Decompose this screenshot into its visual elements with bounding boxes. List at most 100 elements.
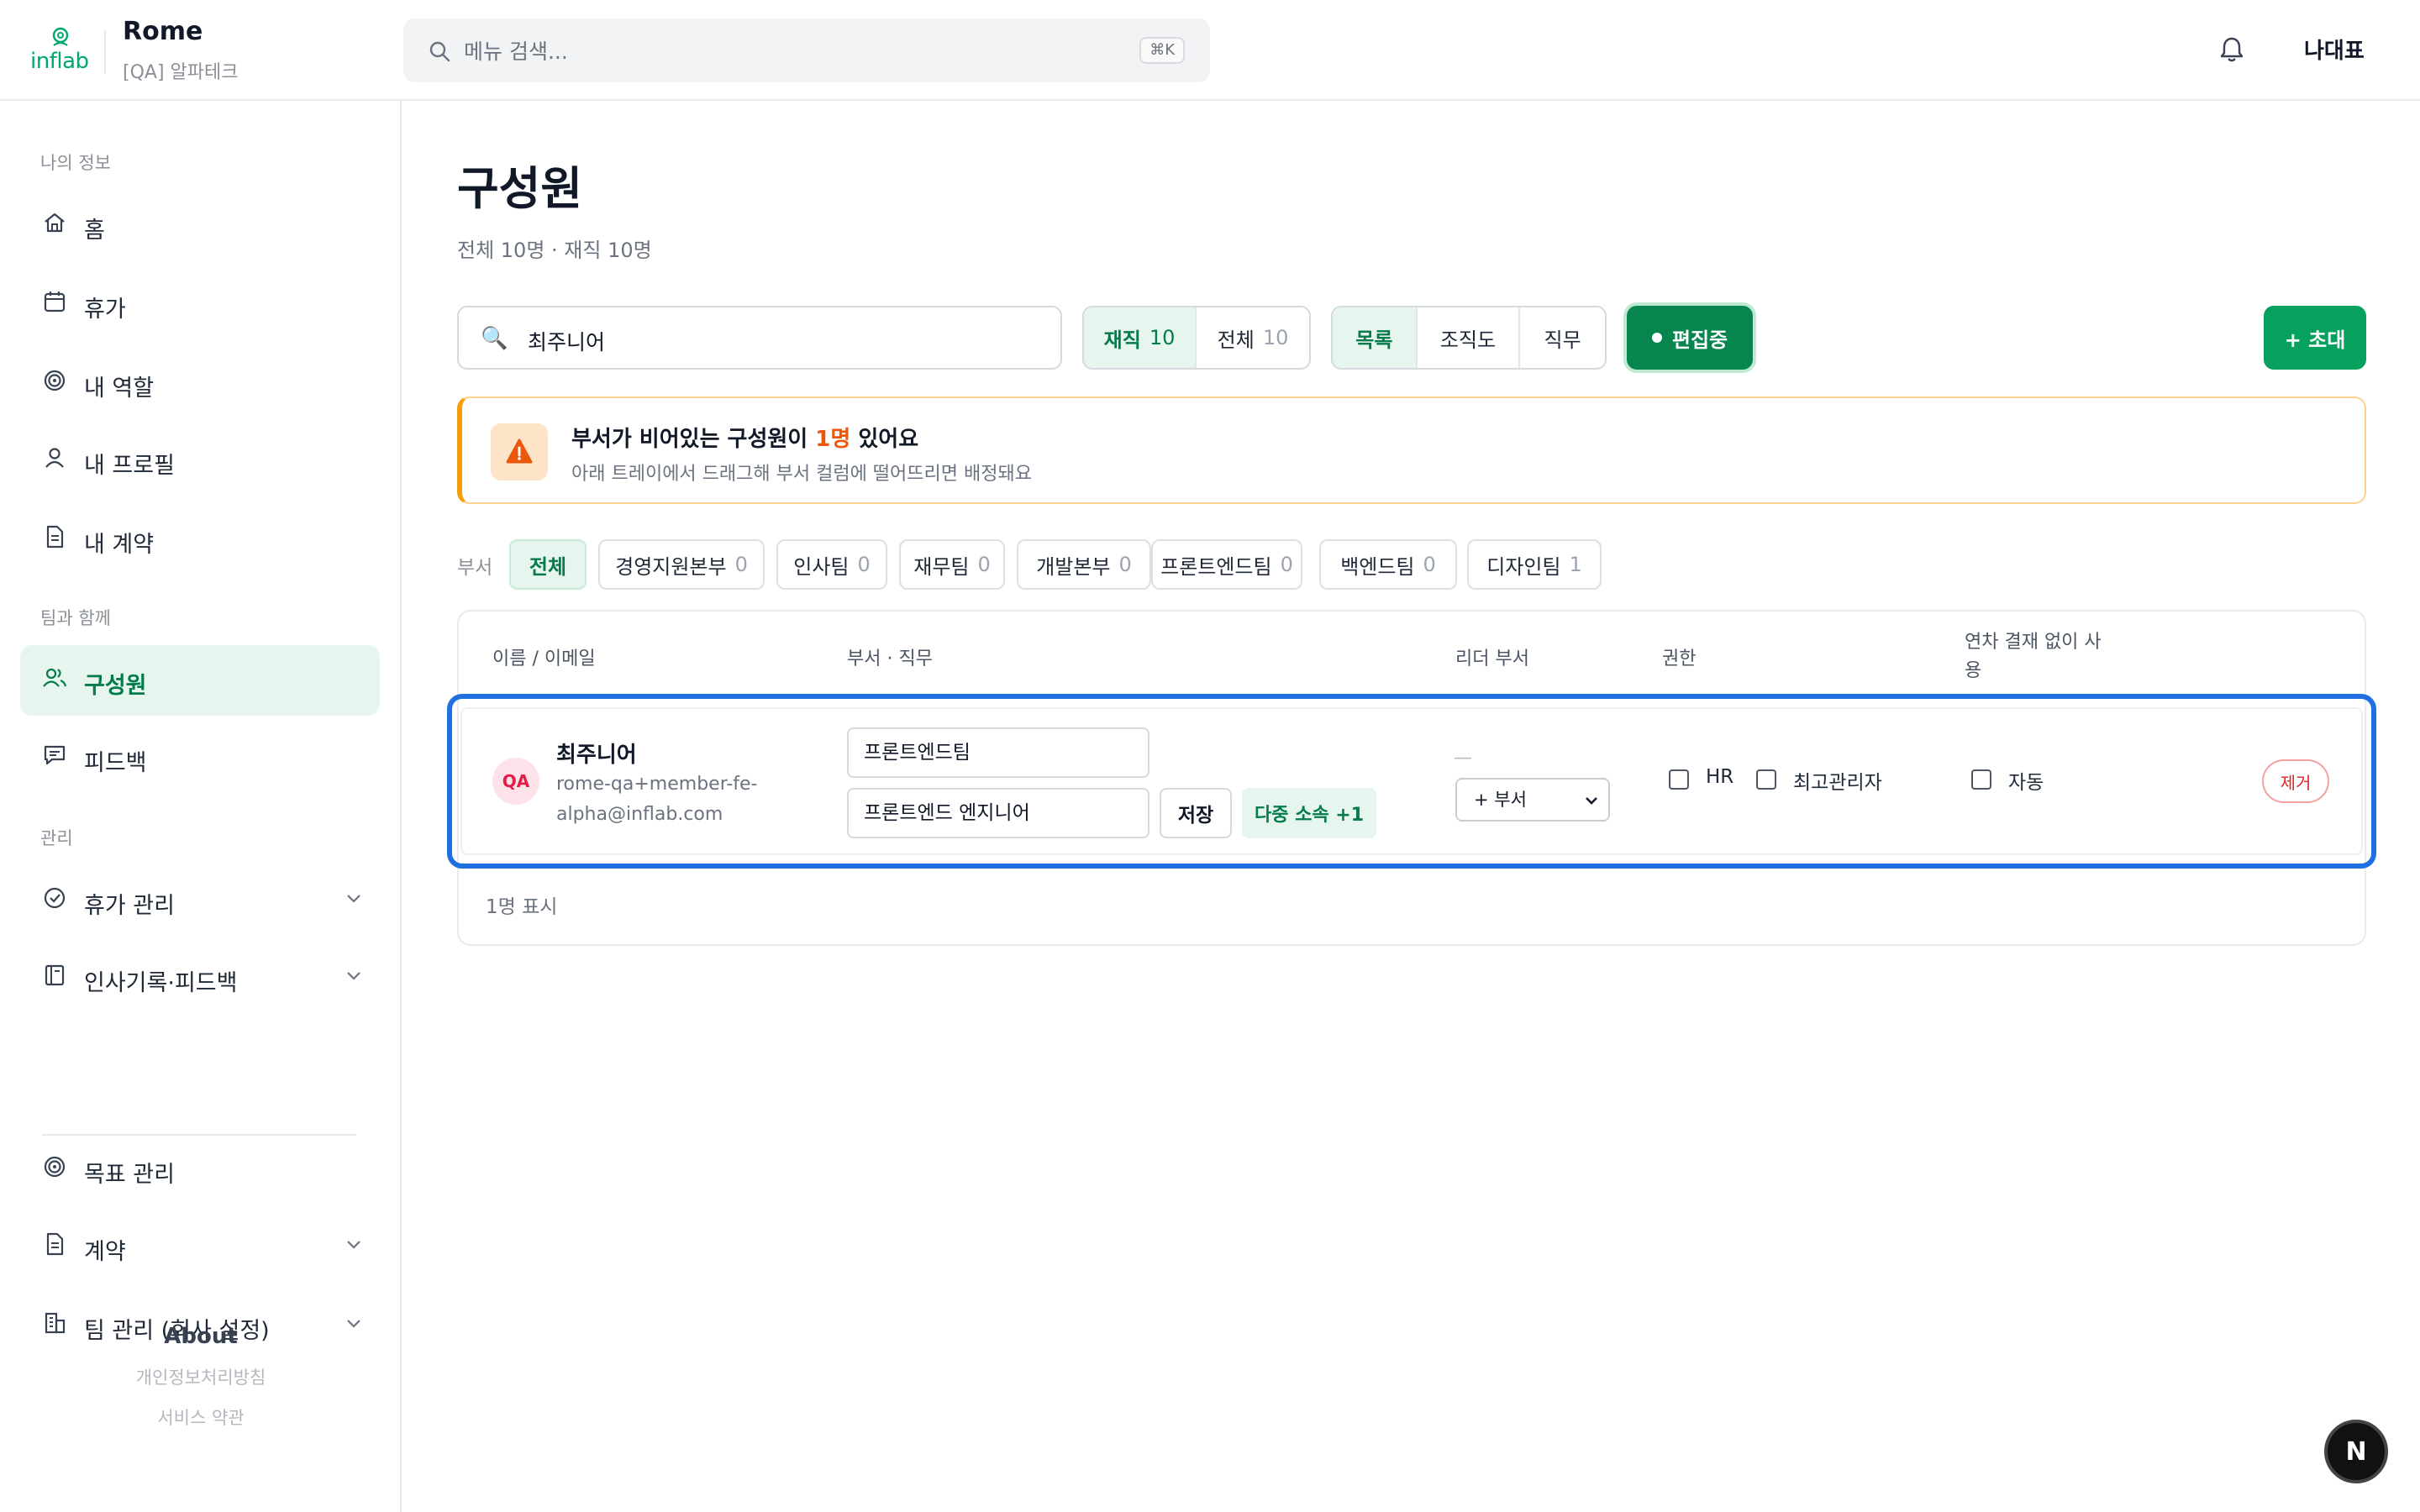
sidebar-item-leave[interactable]: 휴가: [20, 269, 380, 339]
auto-leave-checkbox-label: 자동: [2008, 772, 2044, 794]
page-title: 구성원: [457, 162, 583, 215]
multi-affiliation-badge[interactable]: 다중 소속 +1: [1242, 788, 1376, 838]
edit-mode-label: 편집중: [1671, 328, 1728, 352]
section-my-info: 나의 정보: [40, 153, 111, 173]
sidebar-item-my-profile[interactable]: 내 프로필: [20, 425, 380, 496]
sidebar-item-my-role[interactable]: 내 역할: [20, 348, 380, 418]
warning-title-post: 있어요: [850, 427, 919, 452]
invite-button[interactable]: + 초대: [2264, 306, 2366, 370]
auto-leave-checkbox[interactable]: [1971, 769, 1991, 790]
check-circle-icon: [44, 887, 66, 909]
sidebar-item-feedback[interactable]: 피드백: [20, 722, 380, 793]
logo-text: inflab: [30, 49, 89, 74]
chevron-down-icon: [347, 972, 360, 980]
dept-chip-count: 0: [734, 553, 748, 576]
leader-dept-select[interactable]: + 부서: [1455, 778, 1610, 822]
warning-icon: [506, 438, 533, 464]
super-admin-checkbox[interactable]: [1756, 769, 1776, 790]
sidebar-item-label: 홈: [84, 218, 105, 244]
page-subtitle: 전체 10명 · 재직 10명: [457, 239, 652, 262]
chevron-down-icon: [347, 1241, 360, 1249]
search-placeholder: 메뉴 검색...: [464, 39, 568, 64]
sidebar-item-label: 내 계약: [84, 532, 155, 558]
bell-icon[interactable]: [2218, 35, 2245, 64]
logo-mark-icon: [52, 27, 69, 46]
user-icon: [45, 448, 64, 468]
dept-chip-label: 인사팀: [793, 554, 850, 579]
tab-job[interactable]: 직무: [1520, 307, 1605, 368]
dept-chip-management[interactable]: 경영지원본부 0: [598, 539, 765, 590]
dept-chip-design[interactable]: 디자인팀 1: [1467, 539, 1602, 590]
warning-title: 부서가 비어있는 구성원이 1명 있어요: [571, 422, 918, 453]
remove-member-button[interactable]: 제거: [2262, 759, 2329, 803]
section-admin: 관리: [40, 828, 73, 848]
dept-chip-label: 프론트엔드팀: [1160, 554, 1272, 579]
user-menu[interactable]: 나대표: [2304, 34, 2365, 65]
editing-dot-icon: [1651, 333, 1662, 343]
warning-icon-box: [491, 423, 548, 480]
tab-list[interactable]: 목록: [1333, 307, 1418, 368]
dept-input[interactable]: 프론트엔드팀: [847, 727, 1150, 778]
member-search-input[interactable]: 🔍 최주니어: [457, 306, 1062, 370]
warning-title-pre: 부서가 비어있는 구성원이: [571, 427, 816, 452]
member-search-value: 최주니어: [528, 330, 606, 354]
status-label: 재직: [1103, 328, 1141, 352]
menu-search[interactable]: 메뉴 검색... ⌘K: [403, 18, 1210, 82]
home-icon: [45, 213, 65, 233]
dept-chip-label: 재무팀: [913, 554, 970, 579]
col-header-dept: 부서 · 직무: [847, 648, 933, 669]
member-email: rome-qa+member-fe-alpha@inflab.com: [556, 774, 758, 825]
top-header: inflab Rome [QA] 알파테크 메뉴 검색... ⌘K 나대표: [0, 0, 2420, 101]
warning-count: 1명: [815, 427, 851, 452]
dept-chip-all[interactable]: 전체: [509, 539, 587, 590]
about-title[interactable]: About: [0, 1324, 402, 1349]
sidebar-item-leave-admin[interactable]: 휴가 관리: [20, 865, 380, 936]
col-header-permission: 권한: [1662, 648, 1697, 669]
hr-checkbox-label: HR: [1706, 766, 1734, 788]
col-header-name: 이름 / 이메일: [492, 648, 596, 669]
status-label: 전체: [1217, 328, 1255, 352]
sidebar-item-members[interactable]: 구성원: [20, 645, 380, 716]
leader-dept-empty: —: [1454, 748, 1472, 769]
dept-chip-hr[interactable]: 인사팀 0: [776, 539, 887, 590]
privacy-policy-link[interactable]: 개인정보처리방침: [0, 1364, 402, 1389]
status-filter-employed[interactable]: 재직 10: [1084, 307, 1197, 368]
dept-chip-finance[interactable]: 재무팀 0: [899, 539, 1005, 590]
member-name[interactable]: 최주니어: [556, 738, 637, 769]
save-button[interactable]: 저장: [1160, 788, 1232, 838]
sidebar-item-contracts[interactable]: 계약: [20, 1211, 380, 1282]
org-name[interactable]: [QA] 알파테크: [123, 57, 239, 84]
leader-dept-select-value: + 부서: [1474, 790, 1527, 810]
sidebar-item-goals[interactable]: 목표 관리: [20, 1134, 380, 1205]
sidebar-item-home[interactable]: 홈: [20, 190, 380, 260]
dept-chip-backend[interactable]: 백엔드팀 0: [1319, 539, 1457, 590]
users-icon: [43, 668, 67, 687]
book-icon: [45, 964, 65, 986]
nextjs-dev-button[interactable]: N: [2324, 1420, 2388, 1483]
warning-banner: 부서가 비어있는 구성원이 1명 있어요 아래 트레이에서 드래그해 부서 컬럼…: [457, 396, 2366, 504]
logo-divider: [104, 30, 106, 74]
status-filter-all[interactable]: 전체 10: [1197, 307, 1309, 368]
terms-link[interactable]: 서비스 약관: [0, 1404, 402, 1430]
chevron-down-icon: [1586, 797, 1597, 805]
sidebar-item-label: 구성원: [84, 673, 147, 699]
dept-chip-label: 개발본부: [1036, 554, 1111, 579]
super-admin-checkbox-label: 최고관리자: [1793, 772, 1882, 794]
document-icon: [46, 1232, 64, 1256]
inflab-logo[interactable]: inflab: [30, 25, 92, 76]
edit-mode-button[interactable]: 편집중: [1627, 306, 1753, 370]
job-title-input[interactable]: 프론트엔드 엔지니어: [847, 788, 1150, 838]
search-icon: 🔍: [481, 326, 508, 351]
sidebar-item-label: 휴가 관리: [84, 893, 175, 919]
dept-chip-label: 백엔드팀: [1340, 554, 1415, 579]
tab-org-chart[interactable]: 조직도: [1418, 307, 1521, 368]
dept-chip-label: 전체: [529, 554, 567, 579]
dept-chip-frontend[interactable]: 프론트엔드팀 0: [1151, 539, 1302, 590]
dept-chip-dev[interactable]: 개발본부 0: [1017, 539, 1151, 590]
hr-checkbox[interactable]: [1669, 769, 1689, 790]
sidebar-item-hr-records[interactable]: 인사기록·피드백: [20, 942, 380, 1013]
avatar: QA: [492, 758, 539, 805]
dept-chip-count: 0: [1118, 553, 1132, 576]
sidebar-item-my-contract[interactable]: 내 계약: [20, 504, 380, 575]
warning-description: 아래 트레이에서 드래그해 부서 컬럼에 떨어뜨리면 배정돼요: [571, 464, 1032, 485]
